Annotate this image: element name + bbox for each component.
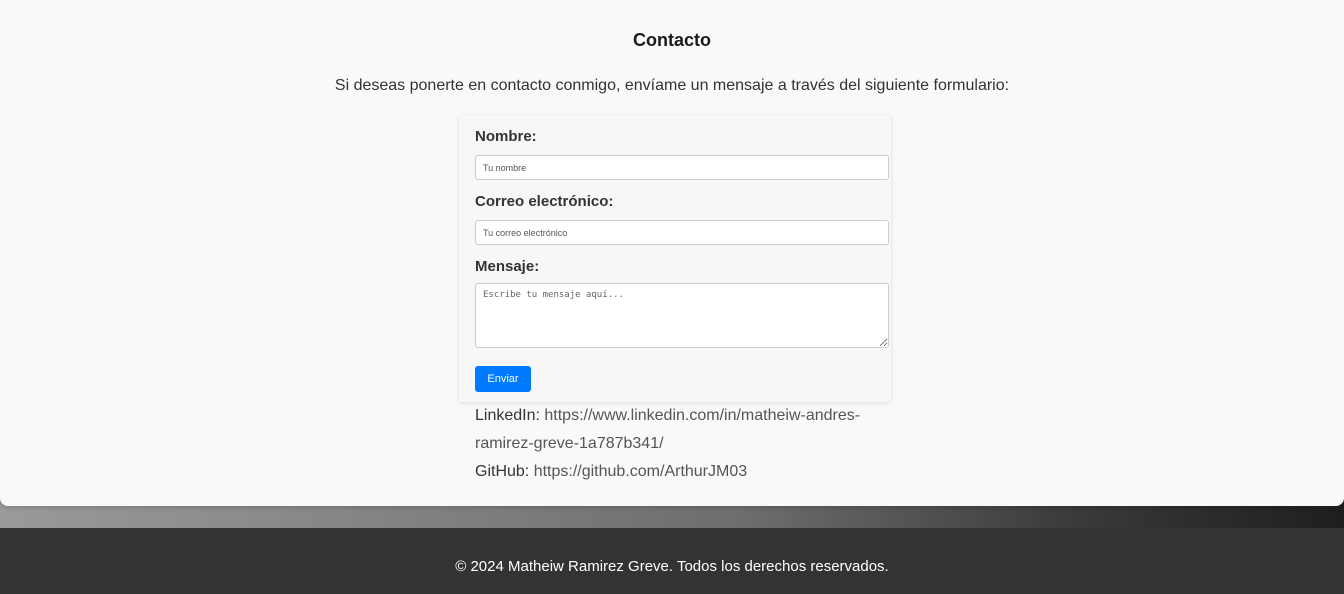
- github-label: GitHub:: [475, 463, 530, 480]
- name-input[interactable]: [475, 155, 889, 180]
- footer-copyright: © 2024 Matheiw Ramirez Greve. Todos los …: [455, 558, 889, 575]
- footer: © 2024 Matheiw Ramirez Greve. Todos los …: [0, 528, 1344, 594]
- github-row: GitHub: https://github.com/ArthurJM03: [475, 458, 875, 486]
- social-links: LinkedIn: https://www.linkedin.com/in/ma…: [475, 402, 875, 486]
- page-title: Contacto: [633, 30, 711, 50]
- contact-form: Nombre: Correo electrónico: Mensaje: Env…: [459, 115, 891, 402]
- linkedin-row: LinkedIn: https://www.linkedin.com/in/ma…: [475, 402, 875, 458]
- email-input[interactable]: [475, 220, 889, 245]
- github-link[interactable]: https://github.com/ArthurJM03: [534, 463, 747, 480]
- linkedin-label: LinkedIn:: [475, 407, 540, 424]
- message-label: Mensaje:: [475, 258, 540, 275]
- message-textarea[interactable]: [475, 283, 889, 348]
- name-label: Nombre:: [475, 128, 537, 145]
- contact-section: Contacto Si deseas ponerte en contacto c…: [0, 0, 1344, 506]
- intro-text: Si deseas ponerte en contacto conmigo, e…: [334, 77, 1010, 94]
- send-button[interactable]: Enviar: [475, 366, 531, 392]
- email-label: Correo electrónico:: [475, 193, 614, 210]
